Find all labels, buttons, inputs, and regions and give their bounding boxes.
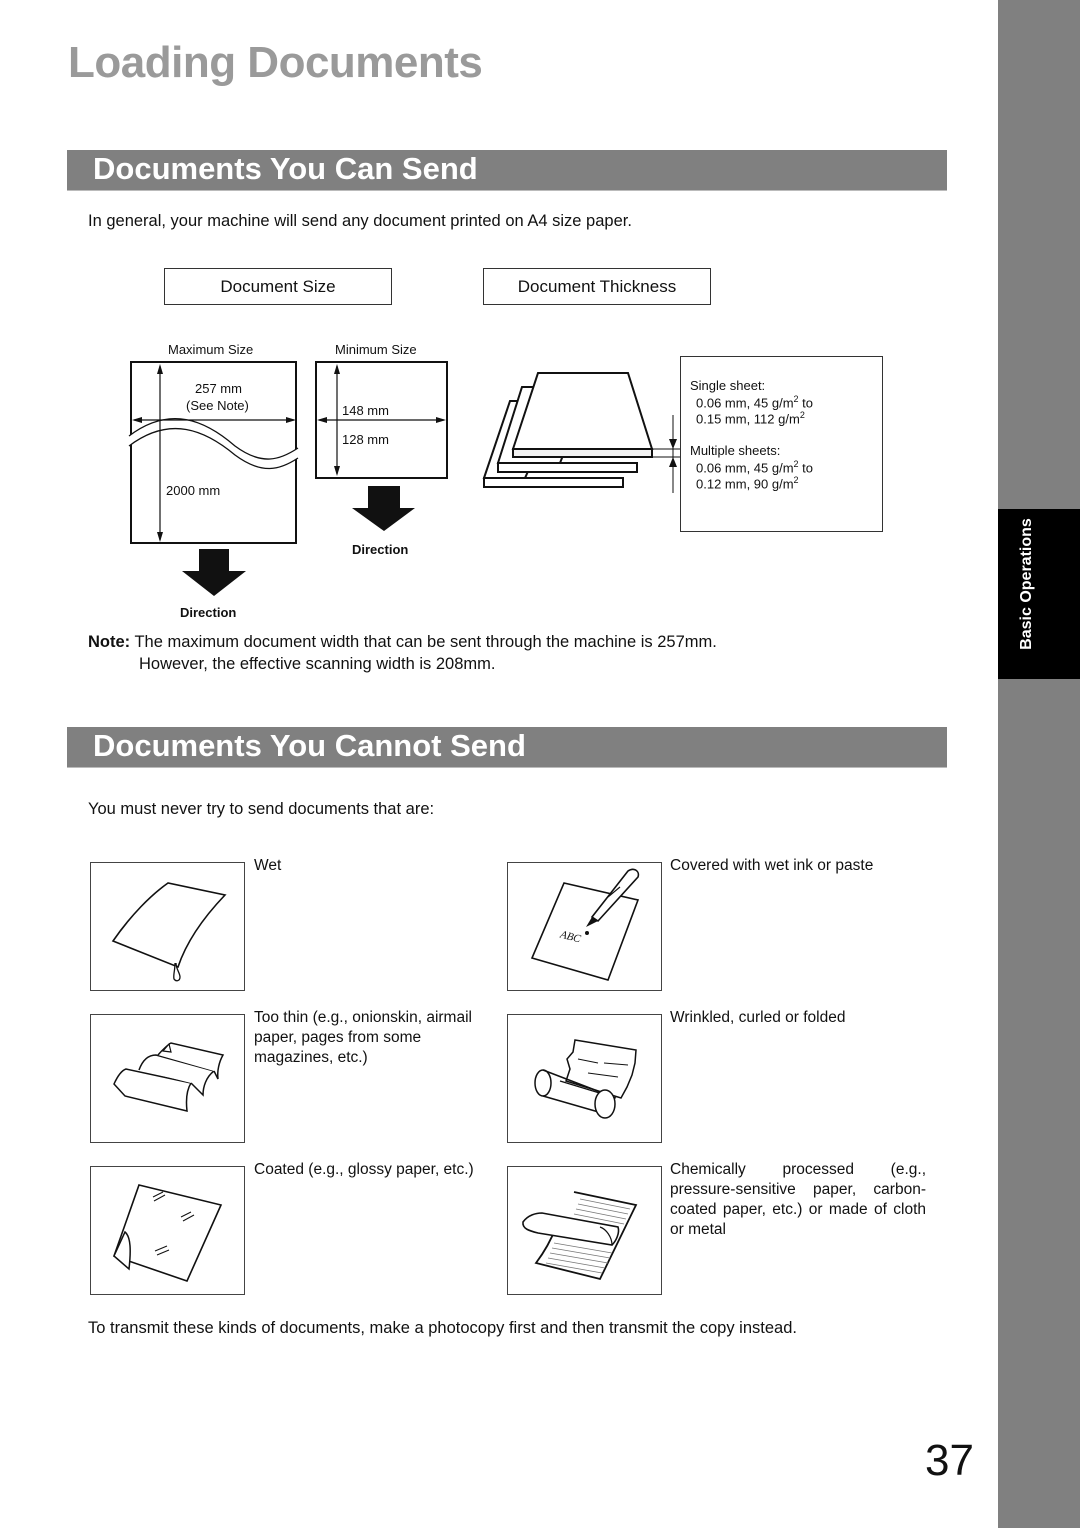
max-length-value: 2000 mm (166, 483, 221, 498)
wet-paper-icon (111, 882, 227, 982)
carbon-paper-icon (522, 1191, 638, 1281)
multiple-sheets-label: Multiple sheets: (690, 443, 781, 458)
item-label-wrinkled: Wrinkled, curled or folded (670, 1009, 846, 1026)
ink-illustration: ABC (507, 862, 662, 991)
wrinkled-paper-icon (534, 1039, 637, 1119)
note-label: Note: (88, 633, 131, 651)
ink-pen-paper-icon (530, 868, 640, 981)
page-title: Loading Documents (68, 38, 483, 87)
document-size-label: Document Size (164, 268, 392, 305)
direction-arrow-icon (352, 486, 415, 531)
section-heading-text: Documents You Cannot Send (93, 728, 526, 763)
min-size-label: Minimum Size (335, 342, 417, 357)
single-sheet-label: Single sheet: (690, 378, 766, 393)
section-heading-text: Documents You Can Send (93, 151, 478, 186)
range-to: to (798, 395, 814, 411)
min-width-value: 148 mm (342, 403, 389, 418)
can-send-intro: In general, your machine will send any d… (88, 212, 632, 230)
multiple-sheets-range-min: 0.06 mm, 45 g/m2 to (696, 459, 813, 475)
page-number: 37 (925, 1436, 974, 1485)
cannot-send-intro: You must never try to send documents tha… (88, 800, 435, 818)
min-direction-label: Direction (352, 542, 409, 557)
note: Note: The maximum document width that ca… (88, 633, 717, 652)
superscript: 2 (793, 475, 799, 485)
max-size-label: Maximum Size (168, 342, 254, 357)
direction-arrow-icon (182, 549, 246, 596)
section-tab-label: Basic Operations (1018, 518, 1035, 650)
multi-min-text: 0.06 mm, 45 g/m (696, 460, 794, 476)
max-direction-label: Direction (180, 605, 237, 620)
note-line-2: However, the effective scanning width is… (139, 655, 496, 673)
multi-max-text: 0.12 mm, 90 g/m (696, 476, 794, 492)
range-to: to (798, 460, 814, 476)
cannot-send-footer: To transmit these kinds of documents, ma… (88, 1319, 797, 1337)
note-line-1: The maximum document width that can be s… (134, 633, 717, 651)
item-label-ink: Covered with wet ink or paste (670, 857, 874, 874)
section-heading-cannot-send: Documents You Cannot Send (67, 727, 947, 768)
wet-illustration (90, 862, 245, 991)
item-label-thin: Too thin (e.g., onionskin, airmail paper… (254, 1009, 472, 1066)
single-sheet-range-min: 0.06 mm, 45 g/m2 to (696, 394, 813, 410)
item-label-coated: Coated (e.g., glossy paper, etc.) (254, 1161, 474, 1178)
side-strip (998, 0, 1080, 1528)
single-min-text: 0.06 mm, 45 g/m (696, 395, 794, 411)
max-width-note: (See Note) (186, 398, 249, 413)
glossy-paper-icon (112, 1184, 223, 1282)
thin-paper-icon (113, 1042, 225, 1112)
max-width-value: 257 mm (195, 381, 242, 396)
wrinkled-illustration (507, 1014, 662, 1143)
chemical-illustration (507, 1166, 662, 1295)
thickness-spec-box: Single sheet: 0.06 mm, 45 g/m2 to 0.15 m… (680, 356, 883, 532)
single-max-text: 0.15 mm, 112 g/m (696, 411, 800, 427)
item-label-chemical: Chemically processed (e.g., pressure-sen… (670, 1161, 926, 1238)
coated-illustration (90, 1166, 245, 1295)
multiple-sheets-range-max: 0.12 mm, 90 g/m2 (696, 475, 799, 491)
paper-stack-icon (482, 372, 681, 493)
section-tab: Basic Operations (998, 509, 1080, 679)
document-thickness-label: Document Thickness (483, 268, 711, 305)
section-heading-can-send: Documents You Can Send (67, 150, 947, 191)
min-length-value: 128 mm (342, 432, 389, 447)
thin-illustration (90, 1014, 245, 1143)
item-label-wet: Wet (254, 857, 282, 874)
superscript: 2 (799, 410, 805, 420)
single-sheet-range-max: 0.15 mm, 112 g/m2 (696, 410, 805, 426)
